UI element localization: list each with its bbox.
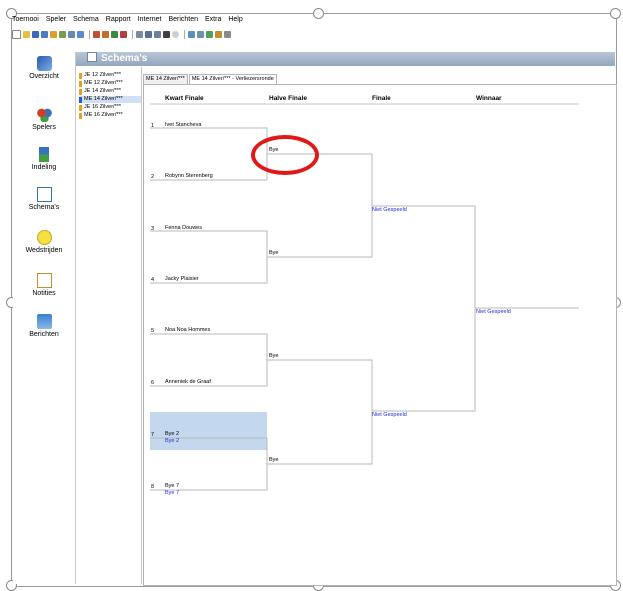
bracket-lines [150,103,579,491]
seed-number: 5 [151,328,155,334]
player-name[interactable]: Noa Noa Hommes [165,327,210,333]
winner-entry[interactable]: Niet Gespeeld [476,309,511,315]
player-name[interactable]: Fenna Douwes [165,225,202,231]
seed-number: 8 [151,484,155,490]
semifinal-entry[interactable]: Bye [269,457,278,463]
final-entry[interactable]: Niet Gespeeld [372,412,407,418]
red-annotation-circle [251,135,319,175]
seed-number: 1 [151,123,155,129]
semifinal-entry[interactable]: Bye [269,353,278,359]
player-name[interactable]: Bye 2 [165,431,179,437]
player-subname: Bye 2 [165,438,180,444]
player-subname: Bye 7 [165,490,180,496]
final-entry[interactable]: Niet Gespeeld [372,207,407,213]
seed-number: 3 [151,226,155,232]
seed-number: 4 [151,277,155,283]
player-name[interactable]: Anneniek de Graaf [165,379,211,385]
player-name[interactable]: Robynn Sterenberg [165,173,213,179]
semifinal-entry[interactable]: Bye [269,250,278,256]
player-name[interactable]: Ivet Stancheva [165,122,201,128]
player-name[interactable]: Jacky Plaisier [165,276,199,282]
seed-number: 2 [151,174,155,180]
seed-number: 7 [151,432,155,438]
seed-number: 6 [151,380,155,386]
player-name[interactable]: Bye 7 [165,483,179,489]
